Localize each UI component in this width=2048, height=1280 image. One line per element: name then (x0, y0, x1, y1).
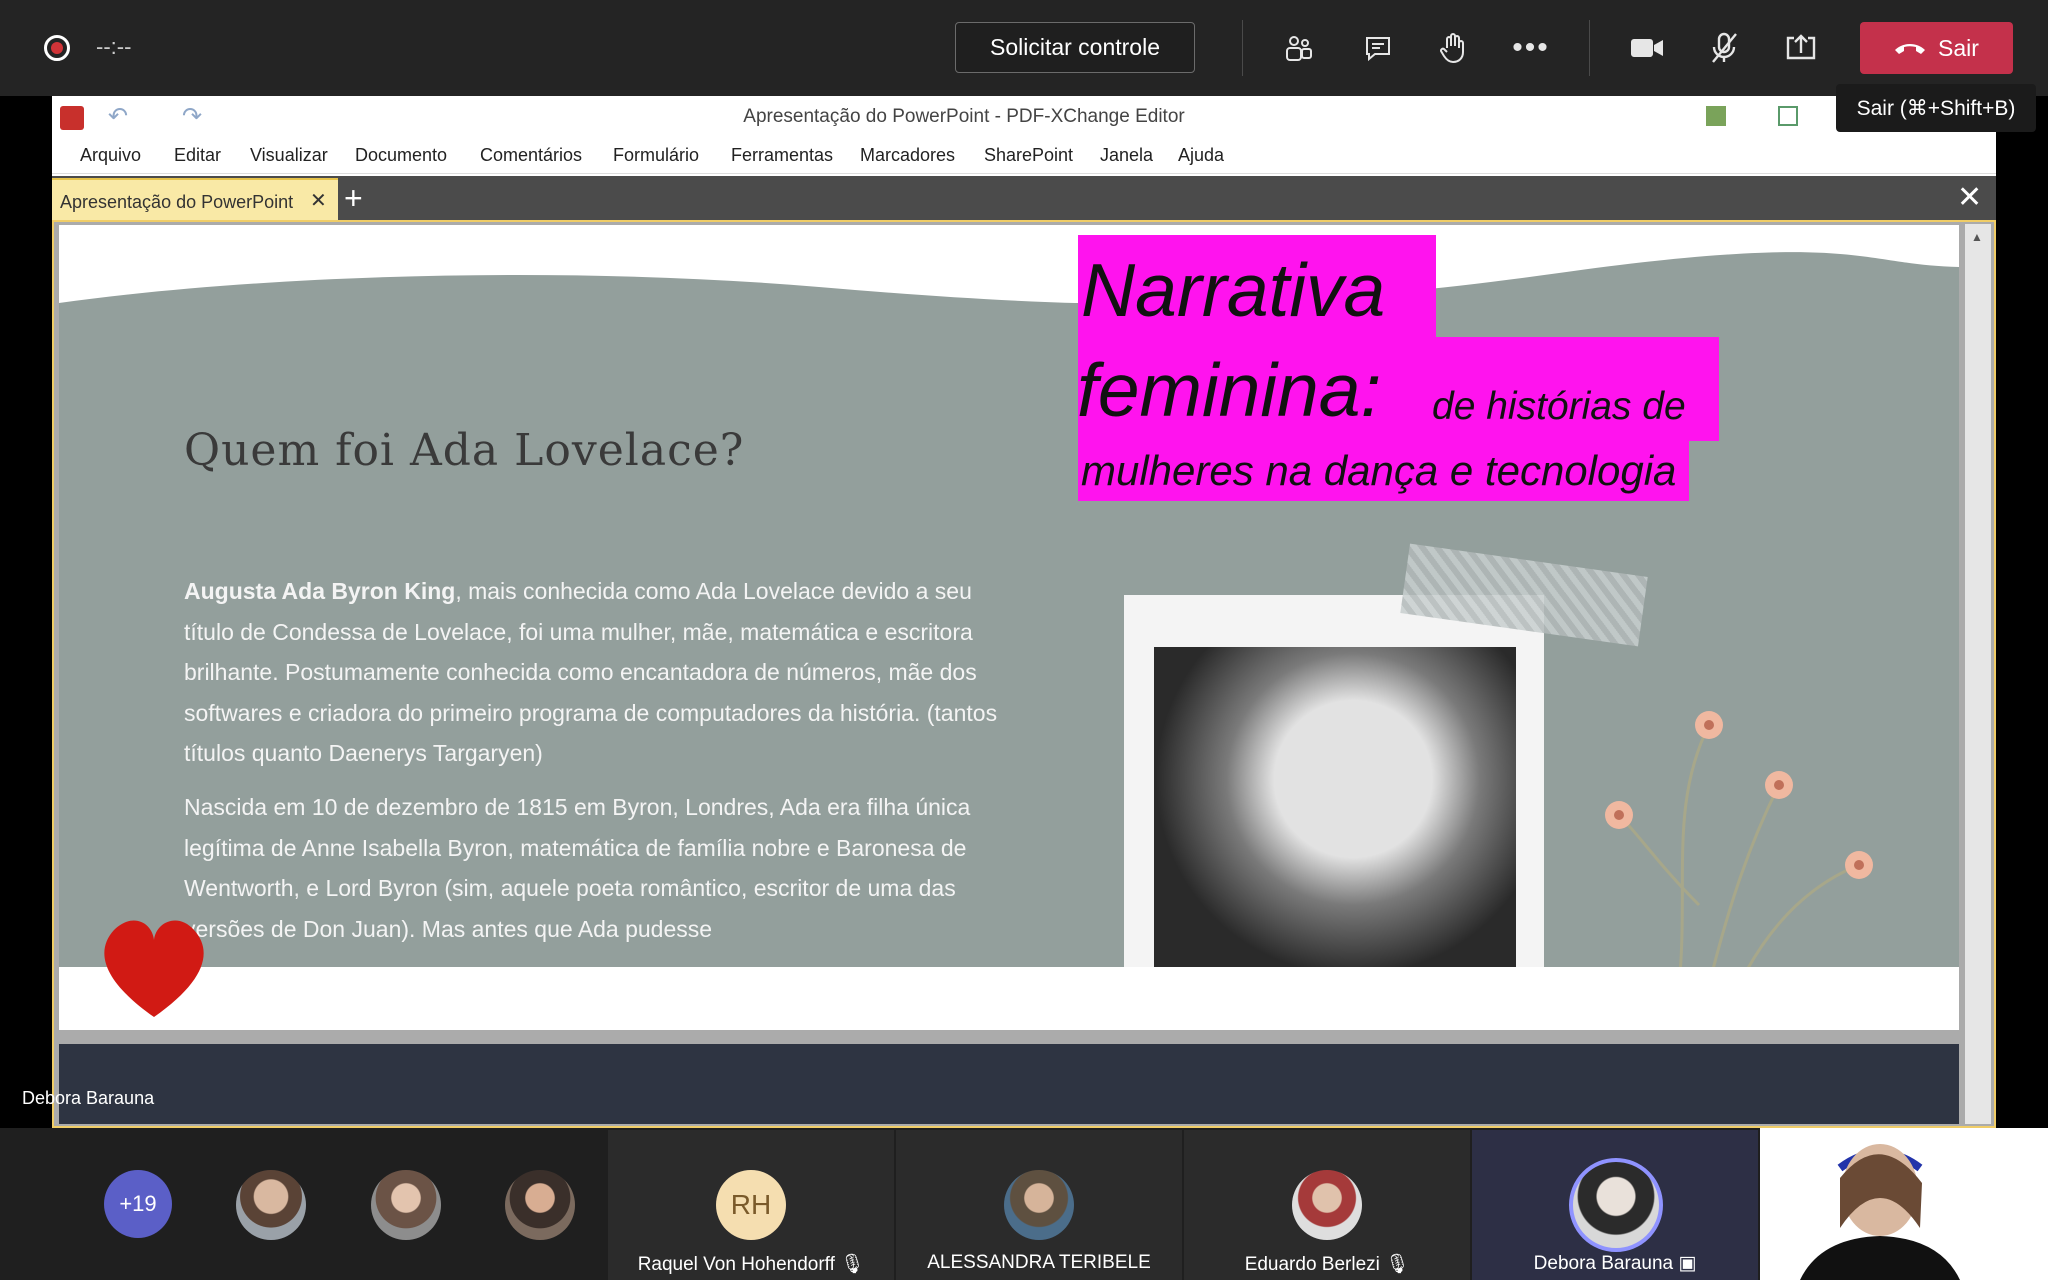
menu-ferramentas[interactable]: Ferramentas (731, 145, 833, 166)
document-tab-label: Apresentação do PowerPoint (60, 192, 294, 212)
leave-button[interactable]: Sair (1860, 22, 2013, 74)
slide-subtitle-line2: mulheres na dança e tecnologia (1081, 447, 1677, 494)
slide-brush-border (59, 225, 1959, 325)
menu-visualizar[interactable]: Visualizar (250, 145, 328, 166)
shared-screen: ↶ ↷ Apresentação do PowerPoint - PDF-XCh… (52, 96, 1996, 1128)
microphone-muted-icon[interactable] (1702, 26, 1746, 70)
slide-title-line1: Narrativa (1081, 248, 1386, 332)
meeting-toolbar: --:-- Solicitar controle ••• Sair (0, 0, 2048, 96)
participant-tile-speaking[interactable]: Debora Barauna ▣ (1472, 1130, 1758, 1280)
menu-formulario[interactable]: Formulário (613, 145, 699, 166)
share-screen-icon[interactable] (1779, 26, 1823, 70)
leave-tooltip: Sair (⌘+Shift+B) (1836, 84, 2036, 132)
participant-avatar (1292, 1170, 1362, 1240)
heart-icon (104, 920, 204, 1017)
menu-comentarios[interactable]: Comentários (480, 145, 582, 166)
microphone-muted-icon: 🎙 (840, 1254, 865, 1275)
participant-tile[interactable]: RH Raquel Von Hohendorff 🎙 (608, 1130, 894, 1280)
slide-subtitle-line1: de histórias de (1432, 385, 1686, 428)
menu-documento[interactable]: Documento (355, 145, 447, 166)
slide-bottom-margin (59, 967, 1959, 1030)
fit-page-icon[interactable] (1778, 106, 1798, 126)
menu-editar[interactable]: Editar (174, 145, 221, 166)
toolbar-divider (1242, 20, 1243, 76)
presenter-name-label: Debora Barauna (22, 1088, 155, 1108)
participant-avatar[interactable] (236, 1170, 306, 1240)
menu-janela[interactable]: Janela (1100, 145, 1153, 166)
participant-avatar (1569, 1158, 1663, 1252)
document-viewer: Quem foi Ada Lovelace? Augusta Ada Byron… (52, 220, 1996, 1128)
slide-heading: Quem foi Ada Lovelace? (184, 425, 745, 476)
window-titlebar: ↶ ↷ Apresentação do PowerPoint - PDF-XCh… (52, 96, 1996, 138)
presenter-icon: ▣ (1678, 1253, 1697, 1274)
flower-illustration (1605, 711, 1873, 970)
next-slide-preview (59, 1044, 1959, 1124)
new-tab-icon[interactable]: + (344, 180, 363, 217)
participant-name: Debora Barauna ▣ (1533, 1253, 1697, 1274)
paragraph-1-text: , mais conhecida como Ada Lovelace devid… (184, 578, 998, 766)
participant-avatar (1004, 1170, 1074, 1240)
close-tab-icon[interactable]: ✕ (310, 188, 327, 213)
document-tab[interactable]: Apresentação do PowerPoint ✕ (52, 178, 338, 220)
menu-sharepoint[interactable]: SharePoint (984, 145, 1073, 166)
paragraph-2: Nascida em 10 de dezembro de 1815 em Byr… (184, 794, 971, 942)
document-tab-bar: Apresentação do PowerPoint ✕ + ✕ (52, 176, 1996, 220)
participant-tile[interactable]: Eduardo Berlezi 🎙 (1184, 1130, 1470, 1280)
request-control-button[interactable]: Solicitar controle (955, 22, 1195, 73)
meeting-timer: --:-- (96, 34, 132, 59)
self-view-video (1760, 1128, 2048, 1280)
menu-marcadores[interactable]: Marcadores (860, 145, 955, 166)
recording-icon (44, 35, 70, 61)
participant-avatar[interactable] (505, 1170, 575, 1240)
menu-ajuda[interactable]: Ajuda (1178, 145, 1224, 166)
participant-avatar[interactable] (371, 1170, 441, 1240)
participant-name: Raquel Von Hohendorff 🎙 (637, 1254, 865, 1275)
camera-icon[interactable] (1625, 26, 1669, 70)
window-title: Apresentação do PowerPoint - PDF-XChange… (743, 106, 1185, 127)
menu-bar: Arquivo Editar Visualizar Documento Come… (52, 138, 1996, 174)
leave-label: Sair (1938, 34, 1979, 61)
more-options-icon[interactable]: ••• (1509, 26, 1553, 70)
participant-tile[interactable]: ALESSANDRA TERIBELE (896, 1130, 1182, 1280)
slide-title-line2: feminina: (1077, 348, 1382, 432)
participant-name: Eduardo Berlezi 🎙 (1244, 1254, 1410, 1275)
toolbar-divider (1589, 20, 1590, 76)
participant-initials-avatar: RH (716, 1170, 786, 1240)
close-document-icon[interactable]: ✕ (1957, 180, 1982, 215)
vertical-scrollbar[interactable]: ▲ (1965, 224, 1991, 1124)
menu-arquivo[interactable]: Arquivo (80, 145, 141, 166)
phone-hangup-icon (1895, 44, 1926, 54)
ada-lovelace-portrait (1154, 647, 1516, 970)
slide-page: Quem foi Ada Lovelace? Augusta Ada Byron… (59, 225, 1959, 970)
participant-name: ALESSANDRA TERIBELE (927, 1252, 1151, 1273)
ada-full-name: Augusta Ada Byron King (184, 578, 456, 604)
toolbar-options-icon[interactable] (1706, 106, 1726, 126)
raise-hand-icon[interactable] (1431, 26, 1475, 70)
chat-icon[interactable] (1356, 26, 1400, 70)
microphone-muted-icon: 🎙 (1385, 1254, 1410, 1275)
more-participants-badge[interactable]: +19 (104, 1170, 172, 1238)
scroll-up-icon[interactable]: ▲ (1971, 230, 1983, 244)
participants-icon[interactable] (1277, 26, 1321, 70)
paragraph-1: Augusta Ada Byron King, mais conhecida c… (184, 571, 1004, 774)
